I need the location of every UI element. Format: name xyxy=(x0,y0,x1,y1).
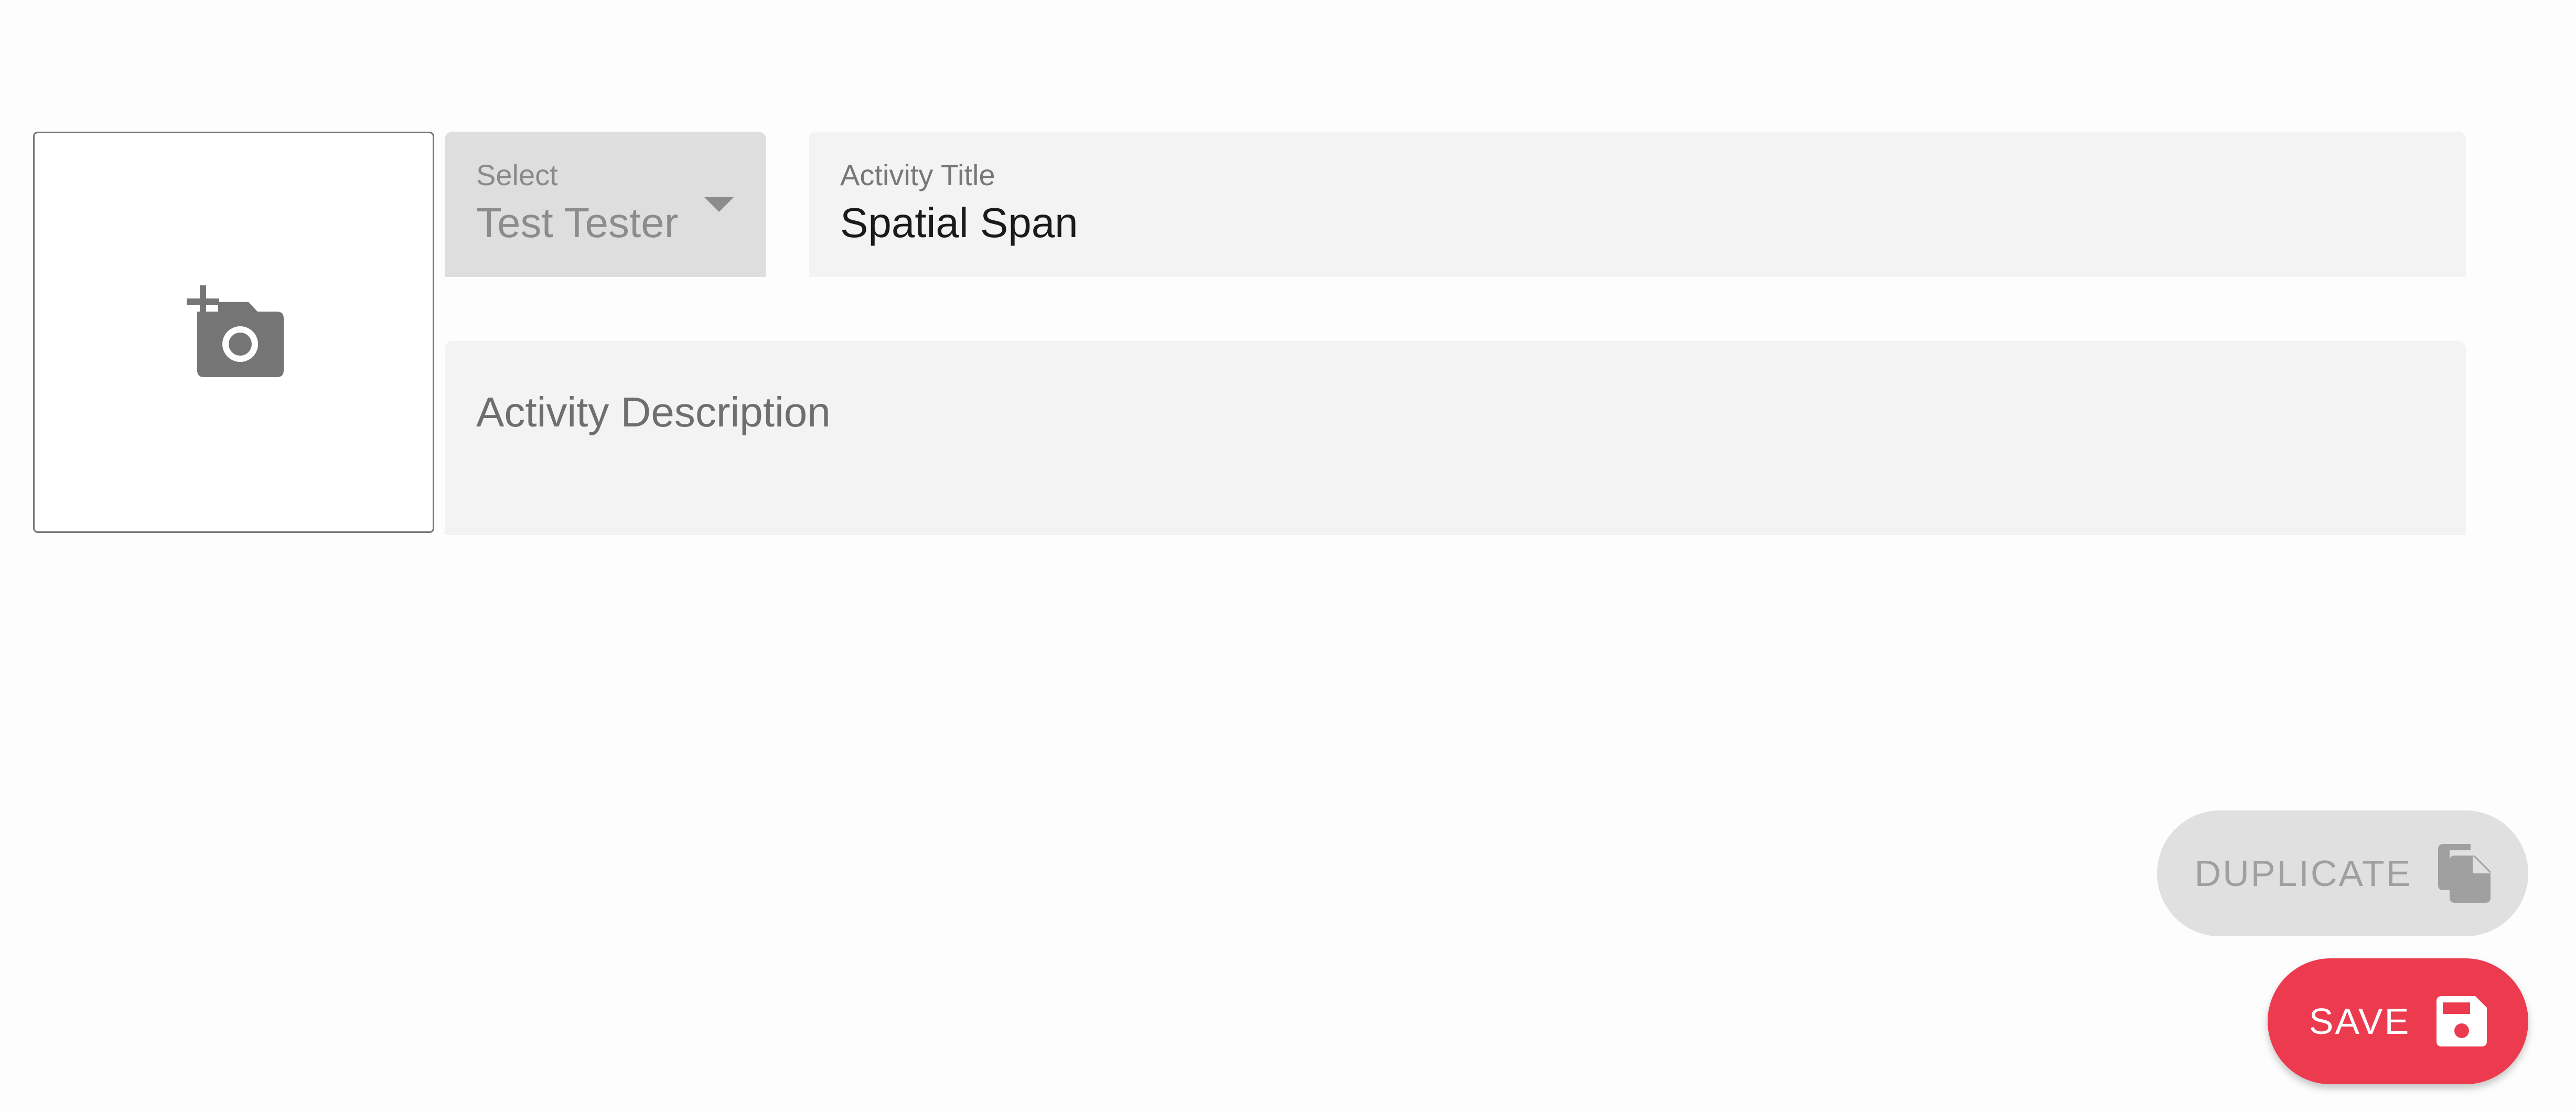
select-value: Test Tester xyxy=(476,199,679,246)
add-a-photo-icon xyxy=(187,285,284,377)
save-icon xyxy=(2437,996,2487,1046)
owner-select[interactable]: Select Test Tester xyxy=(445,132,766,277)
duplicate-button-label: DUPLICATE xyxy=(2194,853,2412,894)
activity-title-value: Spatial Span xyxy=(840,199,1078,246)
save-button-label: SAVE xyxy=(2309,1001,2411,1042)
activity-image-upload[interactable] xyxy=(33,132,434,533)
activity-description-placeholder: Activity Description xyxy=(476,389,831,435)
select-label: Select xyxy=(476,158,558,191)
duplicate-button[interactable]: DUPLICATE xyxy=(2157,810,2528,936)
activity-description-field[interactable]: Activity Description xyxy=(445,341,2466,535)
activity-title-label: Activity Title xyxy=(840,158,995,191)
activity-title-field[interactable]: Activity Title Spatial Span xyxy=(809,132,2466,277)
dropdown-arrow-icon xyxy=(704,197,734,212)
save-button[interactable]: SAVE xyxy=(2268,958,2528,1084)
file-copy-icon xyxy=(2438,844,2491,903)
